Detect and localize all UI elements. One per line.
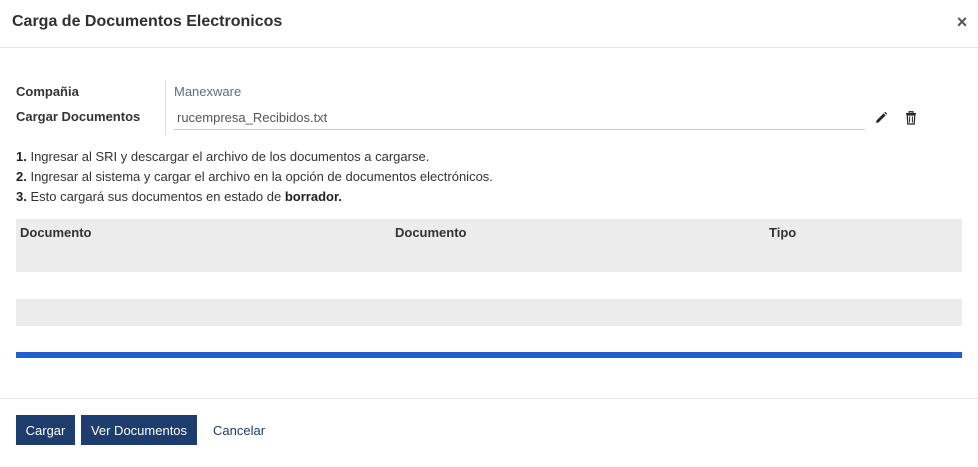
table-row <box>16 299 962 326</box>
field-divider <box>165 80 166 135</box>
ver-documentos-button[interactable]: Ver Documentos <box>81 415 197 445</box>
column-header-documento: Documento <box>20 225 92 240</box>
cargar-button[interactable]: Cargar <box>16 415 75 445</box>
instructions-list: 1. Ingresar al SRI y descargar el archiv… <box>16 147 493 207</box>
instruction-item: 2. Ingresar al sistema y cargar el archi… <box>16 169 493 184</box>
column-header-documento-2: Documento <box>395 225 467 240</box>
company-label: Compañia <box>16 84 79 99</box>
table-row <box>16 272 962 299</box>
upload-label: Cargar Documentos <box>16 109 141 124</box>
pencil-icon[interactable] <box>874 111 888 125</box>
dialog-title: Carga de Documentos Electronicos <box>12 13 283 30</box>
trash-icon[interactable] <box>904 111 918 125</box>
instruction-item: 1. Ingresar al SRI y descargar el archiv… <box>16 149 430 164</box>
progress-fill <box>16 352 962 358</box>
instruction-item: 3. Esto cargará sus documentos en estado… <box>16 189 342 204</box>
table-header: Documento Documento Tipo <box>16 219 962 245</box>
table-row <box>16 245 962 272</box>
upload-file-field[interactable] <box>174 106 865 130</box>
column-header-tipo: Tipo <box>769 225 797 240</box>
dialog-header: Carga de Documentos Electronicos × <box>0 0 978 48</box>
cancel-button[interactable]: Cancelar <box>207 415 271 445</box>
documents-table: Documento Documento Tipo <box>16 219 962 326</box>
footer-divider <box>0 398 978 399</box>
company-value: Manexware <box>174 84 242 99</box>
close-button[interactable]: × <box>953 12 971 32</box>
progress-bar <box>16 352 962 358</box>
